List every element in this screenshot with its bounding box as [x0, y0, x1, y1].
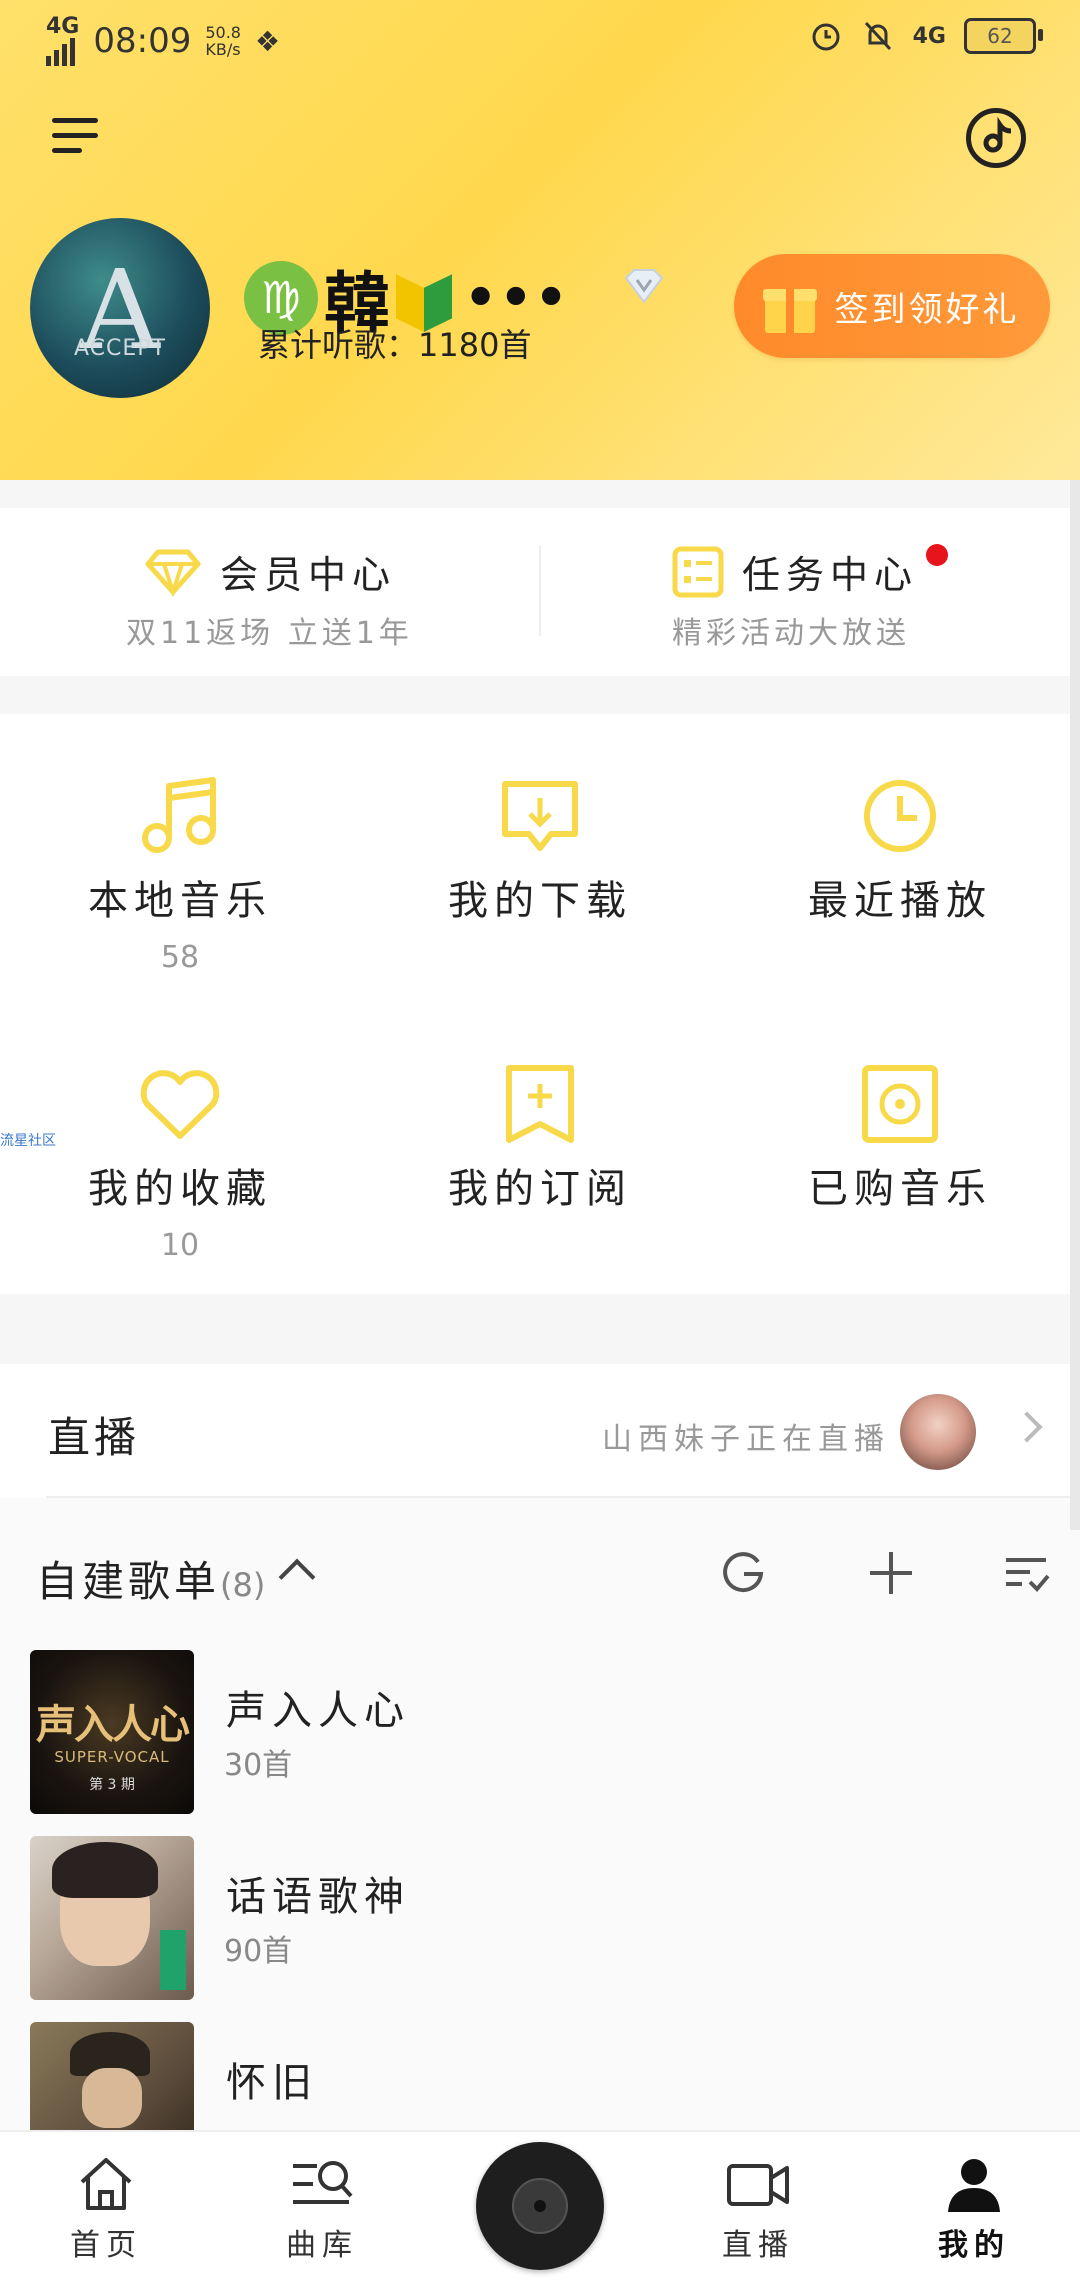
purchased-icon: [862, 1065, 938, 1143]
app-notification-icon: ❖: [254, 24, 281, 58]
playlist-item[interactable]: 话语歌神 90首: [0, 1826, 1080, 2000]
library-search-icon: [293, 2161, 353, 2204]
status-left: 4G 08:09 50.8 KB/s ❖: [46, 16, 280, 66]
live-streamer-text: 山西妹子正在直播: [602, 1422, 890, 1457]
notification-dot: [926, 544, 948, 566]
playlists-count: (8): [220, 1566, 266, 1604]
subscribe-icon: [506, 1065, 574, 1143]
playlist-cover: 声入人心 SUPER-VOCAL 第 3 期: [30, 1650, 194, 1814]
member-subtitle: 双11返场 立送1年: [126, 616, 413, 651]
bottom-nav: 首页 曲库 直播 我的: [0, 2130, 1080, 2282]
gift-icon: [762, 279, 817, 333]
chevron-right-icon: [1011, 1411, 1043, 1443]
grid-item-downloads[interactable]: 我的下载: [360, 776, 720, 1046]
grid-item-subscriptions[interactable]: 我的订阅: [360, 1064, 720, 1334]
listen-count: 累计听歌：1180首: [258, 326, 532, 364]
scrollbar[interactable]: [1070, 480, 1080, 1530]
menu-button[interactable]: [52, 112, 102, 158]
task-subtitle: 精彩活动大放送: [672, 616, 910, 651]
music-note-circle-icon: [983, 116, 1012, 153]
heart-icon: [140, 1070, 220, 1139]
task-list-icon: [672, 546, 724, 597]
add-playlist-icon[interactable]: [866, 1548, 916, 1598]
playlists-section: 自建歌单(8) 声入人心 SUPER-VOCAL 第 3 期 声入人心 30首 …: [0, 1498, 1080, 2186]
playlist-item[interactable]: 声入人心 SUPER-VOCAL 第 3 期 声入人心 30首: [0, 1640, 1080, 1814]
user-avatar[interactable]: A ACCEPT: [30, 218, 210, 398]
tab-library[interactable]: 曲库: [242, 2132, 402, 2282]
playlist-song-count: 30首: [224, 1748, 293, 1783]
now-playing-disc[interactable]: [476, 2142, 604, 2270]
signal-icon: 4G: [46, 16, 79, 66]
playlist-name: 怀旧: [226, 2060, 318, 2106]
mute-bell-icon: [864, 21, 891, 51]
music-note-icon: [142, 777, 216, 853]
playlist-song-count: 90首: [224, 1934, 293, 1969]
tab-mine[interactable]: 我的: [894, 2132, 1054, 2282]
video-camera-icon: [727, 2164, 789, 2206]
diamond-badge-icon: [624, 269, 664, 304]
alarm-icon: [812, 23, 840, 51]
my-music-grid: 本地音乐 58 我的下载 最近播放 我的收藏 10 我的订阅 已购音乐: [0, 714, 1080, 1294]
sign-in-label: 签到领好礼: [834, 289, 1020, 330]
task-center-link[interactable]: 任务中心: [672, 544, 918, 599]
tab-home[interactable]: 首页: [26, 2132, 186, 2282]
battery-icon: 62: [964, 18, 1043, 54]
more-icon: •••: [464, 268, 570, 328]
grid-item-purchased[interactable]: 已购音乐: [720, 1064, 1080, 1334]
status-bar: 4G 08:09 50.8 KB/s ❖ 4G 62: [0, 0, 1080, 80]
home-icon: [80, 2158, 132, 2210]
person-icon: [948, 2159, 1000, 2212]
chevron-up-icon[interactable]: [278, 1558, 316, 1596]
status-right: 4G 62: [809, 18, 1043, 54]
playlist-name: 声入人心: [226, 1688, 410, 1734]
import-playlist-icon[interactable]: [718, 1548, 768, 1598]
live-row[interactable]: 直播 山西妹子正在直播: [0, 1364, 1080, 1498]
playlists-header[interactable]: 自建歌单(8): [36, 1548, 265, 1609]
grid-item-recent[interactable]: 最近播放: [720, 776, 1080, 1046]
clock-icon: [864, 780, 936, 852]
download-icon: [502, 781, 578, 851]
playlist-name: 话语歌神: [226, 1874, 410, 1920]
sign-in-reward-button[interactable]: 签到领好礼: [734, 254, 1050, 358]
grid-item-favorites[interactable]: 我的收藏 10: [0, 1064, 360, 1334]
tab-live[interactable]: 直播: [678, 2132, 838, 2282]
live-title: 直播: [48, 1413, 141, 1462]
member-center-link[interactable]: 会员中心: [144, 544, 396, 599]
grid-item-local-music[interactable]: 本地音乐 58: [0, 776, 360, 1046]
status-time: 08:09: [93, 21, 192, 61]
network-type-right: 4G: [912, 23, 946, 49]
divider: [539, 546, 541, 636]
member-task-card: 会员中心 双11返场 立送1年 任务中心 精彩活动大放送: [0, 508, 1080, 676]
streamer-avatar[interactable]: [900, 1394, 976, 1470]
floating-community-tag[interactable]: 流星社区: [0, 1130, 56, 1150]
diamond-icon: [145, 549, 201, 596]
music-video-button[interactable]: [966, 108, 1026, 168]
network-speed: 50.8 KB/s: [205, 23, 241, 59]
playlist-cover: [30, 1836, 194, 2000]
manage-playlist-icon[interactable]: [1002, 1548, 1052, 1598]
